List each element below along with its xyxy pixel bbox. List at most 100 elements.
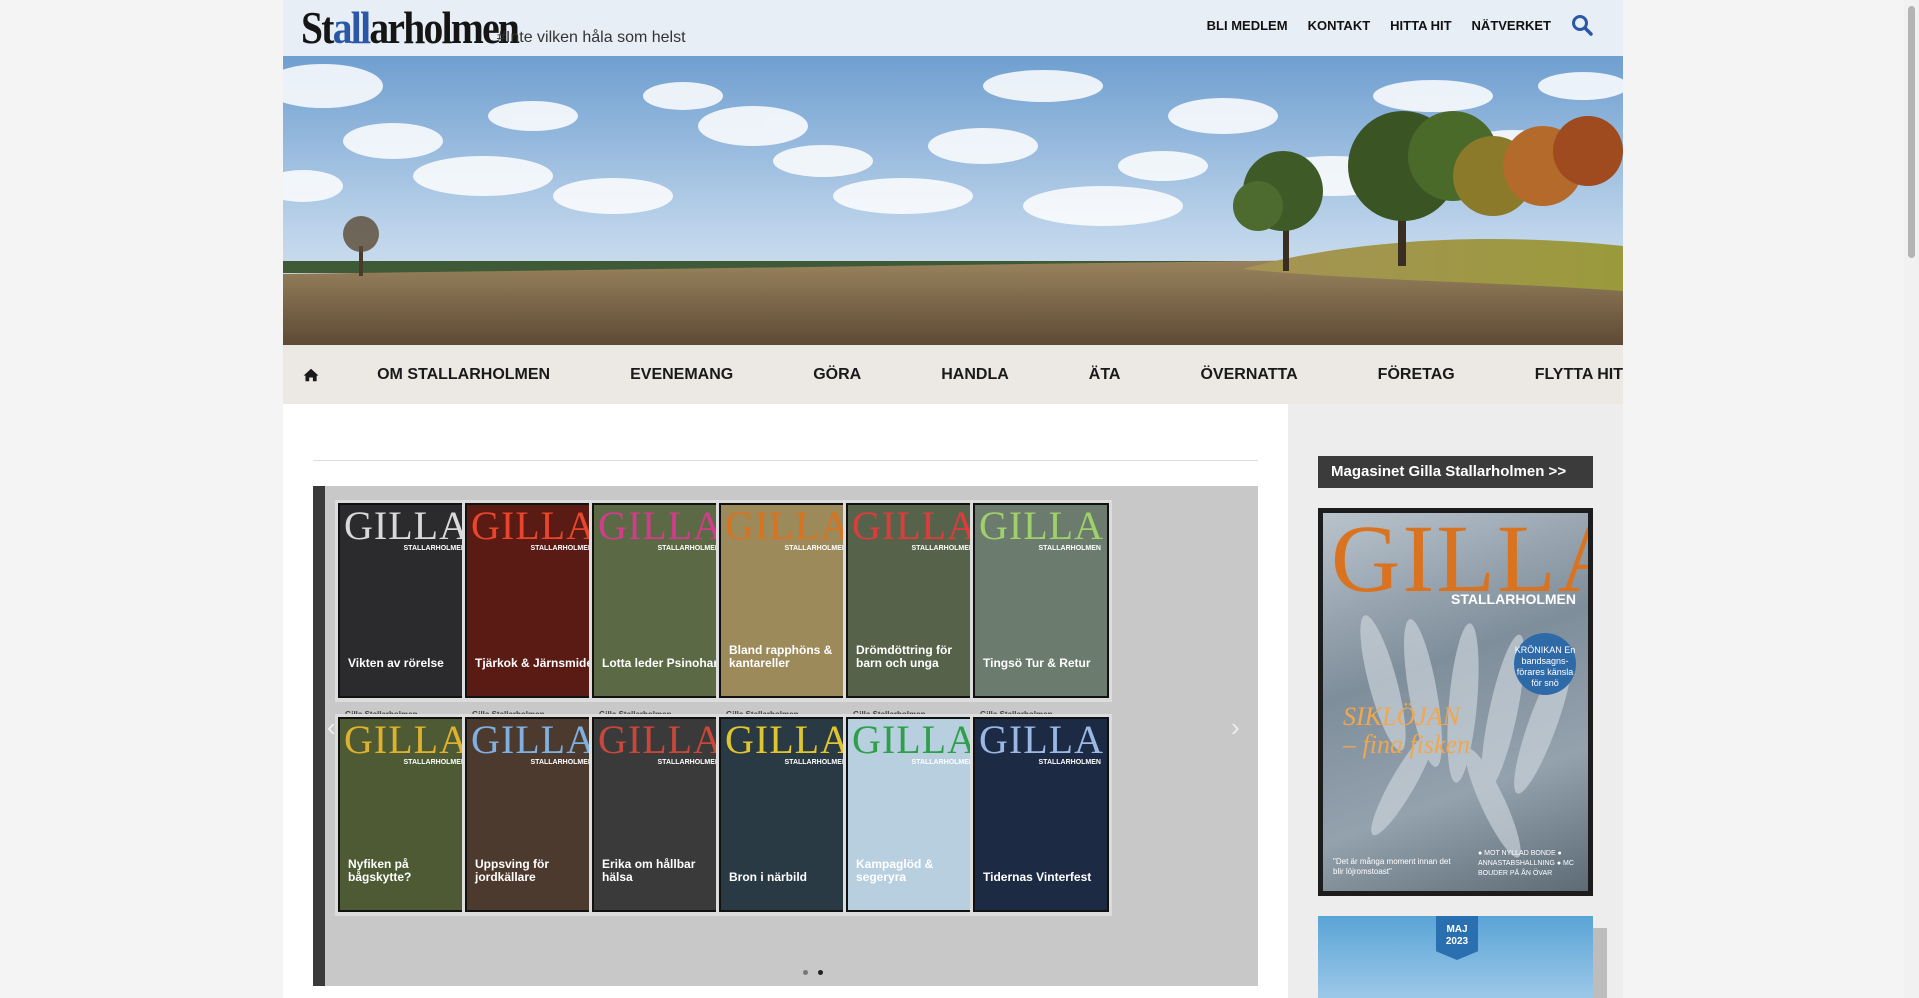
carousel-dot[interactable] <box>803 970 808 975</box>
cover-title: GILLA <box>725 503 850 548</box>
magazine-cover-item[interactable]: GILLA STALLARHOLMEN Kampaglöd & segeryra <box>843 714 985 916</box>
magazine-cover-image: GILLA STALLARHOLMEN Uppsving för jordkälla… <box>465 717 601 912</box>
cover-title: GILLA <box>471 503 596 548</box>
cover-title: GILLA <box>598 503 723 548</box>
cover-subtitle: STALLARHOLMEN <box>784 759 847 766</box>
sidebar: Magasinet Gilla Stallarholmen >> GILLA S… <box>1288 404 1623 998</box>
cover-headline: Bland rapphöns & kantareller <box>729 643 833 670</box>
cover-title: GILLA <box>979 717 1104 762</box>
link-natverket[interactable]: NÄTVERKET <box>1472 18 1551 33</box>
cover-headline: Drömdöttring för barn och unga <box>856 643 952 670</box>
scrollbar-thumb[interactable] <box>1908 6 1915 258</box>
magazine-carousel[interactable]: GILLA STALLARHOLMEN Vikten av rörelse Gilla… <box>313 486 1258 986</box>
cover-title: GILLA <box>852 503 977 548</box>
nav-item-overnatta[interactable]: ÖVERNATTA <box>1200 366 1297 384</box>
link-hitta-hit[interactable]: HITTA HIT <box>1390 18 1451 33</box>
cover-headline: Tidernas Vinterfest <box>983 870 1092 884</box>
featured-cover-quote: "Det är många moment innan det blir löjr… <box>1333 857 1451 876</box>
cover-subtitle: STALLARHOLMEN <box>657 545 720 552</box>
carousel-prev-arrow[interactable]: ‹ <box>327 712 336 743</box>
hero-image <box>283 56 1623 345</box>
carousel-dot-active[interactable] <box>818 970 823 975</box>
cover-shadow <box>1593 928 1607 998</box>
featured-cover-headline: SIKLÖJAN – fina fisken <box>1343 702 1471 759</box>
page: Stallarholmen #Inte vilken håla som hels… <box>283 0 1623 998</box>
cover-subtitle: STALLARHOLMEN <box>911 545 974 552</box>
nav-item-om-stallarholmen[interactable]: OM STALLARHOLMEN <box>377 366 550 384</box>
cover-headline: Nyfiken på bågskytte? <box>348 857 412 884</box>
cover-subtitle: STALLARHOLMEN <box>530 545 593 552</box>
cover-title: GILLA <box>471 717 596 762</box>
magazine-cover-item[interactable]: GILLASTALLARHOLMENVikten av rörelseGilla… <box>335 500 477 731</box>
top-bar: Stallarholmen #Inte vilken håla som hels… <box>283 0 1623 56</box>
cover-subtitle: STALLARHOLMEN <box>784 545 847 552</box>
carousel-track: GILLA STALLARHOLMEN Vikten av rörelse Gilla… <box>325 486 1258 986</box>
cover-subtitle: STALLARHOLMEN <box>657 759 720 766</box>
site-logo[interactable]: Stallarholmen <box>301 2 520 54</box>
cover-title: GILLA <box>852 717 977 762</box>
next-magazine-cover[interactable]: MAJ 2023 <box>1318 916 1593 998</box>
nav-item-ata[interactable]: ÄTA <box>1089 366 1121 384</box>
nav-item-handla[interactable]: HANDLA <box>941 366 1009 384</box>
nav-item-flytta-hit[interactable]: FLYTTA HIT <box>1535 366 1623 384</box>
magazine-cover-image: GILLA STALLARHOLMEN Tidernas Vinterfest <box>973 717 1109 912</box>
magazine-cover-item[interactable]: GILLA STALLARHOLMEN Drömdöttring för barn … <box>843 500 985 731</box>
cover-subtitle: STALLARHOLMEN <box>1038 545 1101 552</box>
cover-title: GILLA <box>979 503 1104 548</box>
kronikan-badge: KRÖNIKAN En bandsagns-förares känsla för… <box>1514 633 1576 695</box>
magazine-link-button[interactable]: Magasinet Gilla Stallarholmen >> <box>1318 456 1593 488</box>
cover-headline: Erika om hållbar hälsa <box>602 857 696 884</box>
content-divider <box>313 460 1258 461</box>
magazine-cover-image: GILLA STALLARHOLMEN Vikten av rörelse <box>338 503 474 698</box>
magazine-cover-image: GILLA STALLARHOLMEN Drömdöttring för barn … <box>846 503 982 698</box>
tagline: #Inte vilken håla som helst <box>497 29 686 46</box>
cover-headline: Kampaglöd & segeryra <box>856 857 934 884</box>
nav-item-gora[interactable]: GÖRA <box>813 366 861 384</box>
magazine-cover-item[interactable]: GILLASTALLARHOLMENTingsö Tur & ReturGill… <box>970 500 1112 731</box>
featured-cover-subtitle: STALLARHOLMEN <box>1451 591 1576 607</box>
cover-headline: Tjärkok & Järnsmide <box>475 656 594 670</box>
magazine-cover-image: GILLA STALLARHOLMEN Tingsö Tur & Retur <box>973 503 1109 698</box>
link-kontakt[interactable]: KONTAKT <box>1308 18 1371 33</box>
cover-subtitle: STALLARHOLMEN <box>530 759 593 766</box>
featured-magazine-cover[interactable]: GILLA STALLARHOLMEN KRÖNIKAN En bandsagn… <box>1318 508 1593 896</box>
cover-headline: Tingsö Tur & Retur <box>983 656 1091 670</box>
featured-cover-bullets: ● MOT NYLLAD BONDE ● ANNASTABSHALLNING ●… <box>1478 850 1574 877</box>
magazine-cover-image: GILLA STALLARHOLMEN Bland rapphöns & kanta… <box>719 503 855 698</box>
cover-subtitle: STALLARHOLMEN <box>403 545 466 552</box>
magazine-cover-image: GILLA STALLARHOLMEN Kampaglöd & segeryra <box>846 717 982 912</box>
cover-title: GILLA <box>344 503 469 548</box>
cover-headline: Vikten av rörelse <box>348 656 444 670</box>
cover-subtitle: STALLARHOLMEN <box>911 759 974 766</box>
cover-subtitle: STALLARHOLMEN <box>403 759 466 766</box>
carousel-next-arrow[interactable]: › <box>1231 712 1240 743</box>
top-links: BLI MEDLEM KONTAKT HITTA HIT NÄTVERKET <box>1207 18 1551 33</box>
nav-item-evenemang[interactable]: EVENEMANG <box>630 366 733 384</box>
magazine-cover-item[interactable]: GILLASTALLARHOLMENLotta leder PsinoharGi… <box>589 500 731 731</box>
cover-headline: Uppsving för jordkällare <box>475 857 549 884</box>
magazine-cover-item[interactable]: GILLA STALLARHOLMEN Erika om hållbar hälsa <box>589 714 731 916</box>
cover-title: GILLA <box>725 717 850 762</box>
magazine-cover-item[interactable]: GILLASTALLARHOLMENTjärkok & JärnsmideGil… <box>462 500 604 731</box>
nav-item-foretag[interactable]: FÖRETAG <box>1378 366 1455 384</box>
magazine-cover-item[interactable]: GILLA STALLARHOLMEN Bron i närbild <box>716 714 858 916</box>
magazine-cover-image: GILLA STALLARHOLMEN Nyfiken på bågskytte? <box>338 717 474 912</box>
home-icon[interactable] <box>303 364 319 386</box>
magazine-cover-image: GILLA STALLARHOLMEN Lotta leder Psinohar <box>592 503 728 698</box>
magazine-cover-image: GILLA STALLARHOLMEN Tjärkok & Järnsmide <box>465 503 601 698</box>
cover-subtitle: STALLARHOLMEN <box>1038 759 1101 766</box>
search-icon[interactable] <box>1571 14 1593 36</box>
magazine-cover-item[interactable]: GILLA STALLARHOLMEN Tidernas Vinterfest <box>970 714 1112 916</box>
main-nav: OM STALLARHOLMEN EVENEMANG GÖRA HANDLA Ä… <box>283 345 1623 404</box>
magazine-cover-image: GILLA STALLARHOLMEN Erika om hållbar hälsa <box>592 717 728 912</box>
page-scrollbar[interactable] <box>1904 0 1919 998</box>
magazine-cover-item[interactable]: GILLA STALLARHOLMEN Bland rapphöns & kanta… <box>716 500 858 731</box>
carousel-dots <box>803 970 823 975</box>
cover-title: GILLA <box>344 717 469 762</box>
link-bli-medlem[interactable]: BLI MEDLEM <box>1207 18 1288 33</box>
magazine-cover-item[interactable]: GILLA STALLARHOLMEN Nyfiken på bågskytte? <box>335 714 477 916</box>
cover-title: GILLA <box>598 717 723 762</box>
magazine-cover-item[interactable]: GILLA STALLARHOLMEN Uppsving för jordkälla… <box>462 714 604 916</box>
cover-headline: Lotta leder Psinohar <box>602 656 719 670</box>
issue-ribbon: MAJ 2023 <box>1436 916 1478 960</box>
